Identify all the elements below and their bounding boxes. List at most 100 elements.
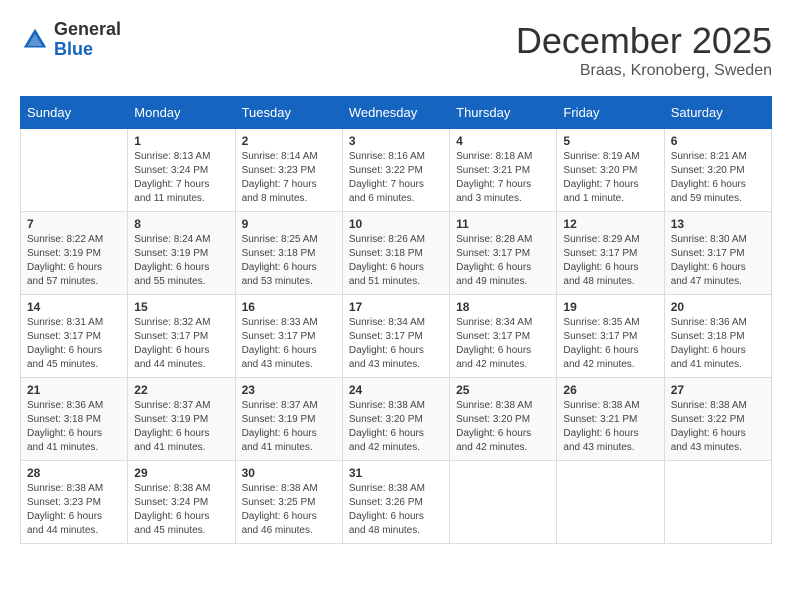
day-number: 3 [349, 134, 443, 148]
day-number: 10 [349, 217, 443, 231]
calendar-cell: 20 Sunrise: 8:36 AMSunset: 3:18 PMDayligh… [664, 295, 771, 378]
calendar-cell: 7Sunrise: 8:22 AMSunset: 3:19 PMDaylight… [21, 212, 128, 295]
calendar-cell: 10Sunrise: 8:26 AMSunset: 3:18 PMDayligh… [342, 212, 449, 295]
day-info: Sunrise: 8:38 AMSunset: 3:25 PMDaylight:… [242, 482, 336, 538]
logo: General Blue [20, 20, 121, 60]
day-number: 31 [349, 466, 443, 480]
day-number: 5 [563, 134, 657, 148]
calendar-cell [21, 129, 128, 212]
calendar-table: SundayMondayTuesdayWednesdayThursdayFrid… [20, 96, 772, 544]
month-title: December 2025 [516, 20, 772, 62]
day-number: 21 [27, 383, 121, 397]
day-number: 25 [456, 383, 550, 397]
page-header: General Blue December 2025 Braas, Kronob… [20, 20, 772, 80]
calendar-cell: 17 Sunrise: 8:34 AMSunset: 3:17 PMDayligh… [342, 295, 449, 378]
calendar-cell: 2Sunrise: 8:14 AMSunset: 3:23 PMDaylight… [235, 129, 342, 212]
day-number: 12 [563, 217, 657, 231]
day-info: Sunrise: 8:21 AMSunset: 3:20 PMDaylight:… [671, 150, 765, 206]
weekday-header-row: SundayMondayTuesdayWednesdayThursdayFrid… [21, 97, 772, 129]
calendar-cell: 6 Sunrise: 8:21 AMSunset: 3:20 PMDaylight… [664, 129, 771, 212]
day-number: 29 [134, 466, 228, 480]
calendar-cell: 16Sunrise: 8:33 AMSunset: 3:17 PMDayligh… [235, 295, 342, 378]
logo-general-text: General [54, 20, 121, 40]
day-number: 17 [349, 300, 443, 314]
day-number: 6 [671, 134, 765, 148]
day-number: 22 [134, 383, 228, 397]
day-number: 20 [671, 300, 765, 314]
day-info: Sunrise: 8:38 AMSunset: 3:21 PMDaylight:… [563, 399, 657, 455]
day-info: Sunrise: 8:25 AMSunset: 3:18 PMDaylight:… [242, 233, 336, 289]
day-number: 7 [27, 217, 121, 231]
calendar-cell: 22 Sunrise: 8:37 AMSunset: 3:19 PMDayligh… [128, 378, 235, 461]
calendar-cell [557, 461, 664, 544]
calendar-cell: 12 Sunrise: 8:29 AMSunset: 3:17 PMDayligh… [557, 212, 664, 295]
calendar-cell: 13Sunrise: 8:30 AMSunset: 3:17 PMDayligh… [664, 212, 771, 295]
calendar-cell: 19 Sunrise: 8:35 AMSunset: 3:17 PMDayligh… [557, 295, 664, 378]
logo-icon [20, 25, 50, 55]
title-block: December 2025 Braas, Kronoberg, Sweden [516, 20, 772, 80]
weekday-header-monday: Monday [128, 97, 235, 129]
day-info: Sunrise: 8:38 AMSunset: 3:20 PMDaylight:… [349, 399, 443, 455]
day-info: Sunrise: 8:38 AMSunset: 3:22 PMDaylight:… [671, 399, 765, 455]
calendar-cell: 14 Sunrise: 8:31 AMSunset: 3:17 PMDayligh… [21, 295, 128, 378]
calendar-cell: 25 Sunrise: 8:38 AMSunset: 3:20 PMDayligh… [450, 378, 557, 461]
calendar-cell: 28 Sunrise: 8:38 AMSunset: 3:23 PMDayligh… [21, 461, 128, 544]
day-info: Sunrise: 8:38 AMSunset: 3:24 PMDaylight:… [134, 482, 228, 538]
day-info: Sunrise: 8:30 AMSunset: 3:17 PMDaylight:… [671, 233, 765, 289]
day-number: 8 [134, 217, 228, 231]
weekday-header-wednesday: Wednesday [342, 97, 449, 129]
calendar-cell: 8 Sunrise: 8:24 AMSunset: 3:19 PMDaylight… [128, 212, 235, 295]
calendar-cell: 4 Sunrise: 8:18 AMSunset: 3:21 PMDaylight… [450, 129, 557, 212]
day-number: 26 [563, 383, 657, 397]
day-info: Sunrise: 8:34 AMSunset: 3:17 PMDaylight:… [349, 316, 443, 372]
calendar-cell: 31 Sunrise: 8:38 AMSunset: 3:26 PMDayligh… [342, 461, 449, 544]
day-number: 9 [242, 217, 336, 231]
calendar-cell: 30Sunrise: 8:38 AMSunset: 3:25 PMDayligh… [235, 461, 342, 544]
weekday-header-sunday: Sunday [21, 97, 128, 129]
calendar-cell: 1Sunrise: 8:13 AMSunset: 3:24 PMDaylight… [128, 129, 235, 212]
calendar-cell: 21Sunrise: 8:36 AMSunset: 3:18 PMDayligh… [21, 378, 128, 461]
calendar-cell: 18 Sunrise: 8:34 AMSunset: 3:17 PMDayligh… [450, 295, 557, 378]
calendar-cell: 26 Sunrise: 8:38 AMSunset: 3:21 PMDayligh… [557, 378, 664, 461]
logo-blue-text: Blue [54, 40, 121, 60]
day-number: 24 [349, 383, 443, 397]
day-number: 4 [456, 134, 550, 148]
day-info: Sunrise: 8:34 AMSunset: 3:17 PMDaylight:… [456, 316, 550, 372]
calendar-cell: 11 Sunrise: 8:28 AMSunset: 3:17 PMDayligh… [450, 212, 557, 295]
day-info: Sunrise: 8:37 AMSunset: 3:19 PMDaylight:… [242, 399, 336, 455]
calendar-cell: 5Sunrise: 8:19 AMSunset: 3:20 PMDaylight… [557, 129, 664, 212]
logo-text: General Blue [54, 20, 121, 60]
day-info: Sunrise: 8:28 AMSunset: 3:17 PMDaylight:… [456, 233, 550, 289]
day-number: 18 [456, 300, 550, 314]
day-info: Sunrise: 8:38 AMSunset: 3:20 PMDaylight:… [456, 399, 550, 455]
day-info: Sunrise: 8:18 AMSunset: 3:21 PMDaylight:… [456, 150, 550, 206]
day-info: Sunrise: 8:35 AMSunset: 3:17 PMDaylight:… [563, 316, 657, 372]
day-number: 19 [563, 300, 657, 314]
day-info: Sunrise: 8:36 AMSunset: 3:18 PMDaylight:… [671, 316, 765, 372]
day-number: 15 [134, 300, 228, 314]
day-info: Sunrise: 8:38 AMSunset: 3:23 PMDaylight:… [27, 482, 121, 538]
week-row-3: 14 Sunrise: 8:31 AMSunset: 3:17 PMDayligh… [21, 295, 772, 378]
location-title: Braas, Kronoberg, Sweden [516, 62, 772, 80]
weekday-header-saturday: Saturday [664, 97, 771, 129]
calendar-cell: 9 Sunrise: 8:25 AMSunset: 3:18 PMDaylight… [235, 212, 342, 295]
day-info: Sunrise: 8:38 AMSunset: 3:26 PMDaylight:… [349, 482, 443, 538]
day-number: 27 [671, 383, 765, 397]
calendar-cell: 3Sunrise: 8:16 AMSunset: 3:22 PMDaylight… [342, 129, 449, 212]
day-info: Sunrise: 8:24 AMSunset: 3:19 PMDaylight:… [134, 233, 228, 289]
day-number: 14 [27, 300, 121, 314]
calendar-cell [664, 461, 771, 544]
day-info: Sunrise: 8:37 AMSunset: 3:19 PMDaylight:… [134, 399, 228, 455]
day-info: Sunrise: 8:31 AMSunset: 3:17 PMDaylight:… [27, 316, 121, 372]
day-number: 1 [134, 134, 228, 148]
calendar-cell [450, 461, 557, 544]
day-number: 11 [456, 217, 550, 231]
day-info: Sunrise: 8:29 AMSunset: 3:17 PMDaylight:… [563, 233, 657, 289]
day-number: 28 [27, 466, 121, 480]
calendar-cell: 29 Sunrise: 8:38 AMSunset: 3:24 PMDayligh… [128, 461, 235, 544]
day-info: Sunrise: 8:32 AMSunset: 3:17 PMDaylight:… [134, 316, 228, 372]
calendar-cell: 23 Sunrise: 8:37 AMSunset: 3:19 PMDayligh… [235, 378, 342, 461]
day-number: 16 [242, 300, 336, 314]
weekday-header-thursday: Thursday [450, 97, 557, 129]
day-number: 23 [242, 383, 336, 397]
